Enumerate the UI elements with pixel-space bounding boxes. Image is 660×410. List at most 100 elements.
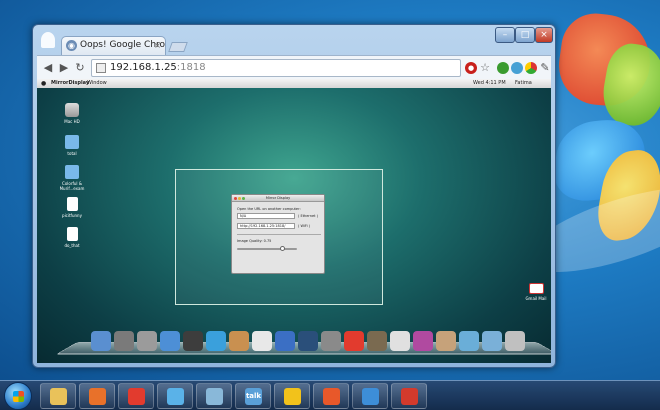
dock-app-icon[interactable]	[183, 331, 203, 351]
taskbar-button-media-player[interactable]	[79, 383, 115, 409]
chrome-window: ◉ Oops! Google Chrome × – □ × ◀ ▶ ↻ 192.…	[32, 24, 556, 368]
chrome-extension-icon[interactable]	[525, 62, 537, 74]
forward-arrow-icon[interactable]: ▶	[57, 61, 71, 75]
firefox-icon	[323, 388, 340, 405]
taskbar-button-explorer[interactable]	[40, 383, 76, 409]
taskbar-button-google-talk[interactable]: talk	[235, 383, 271, 409]
bird-icon	[284, 388, 301, 405]
dock-app-icon[interactable]	[275, 331, 295, 351]
tab-close-icon[interactable]: ×	[154, 37, 161, 54]
desktop-icon-document[interactable]: do_that	[57, 227, 87, 248]
close-dot-icon[interactable]	[234, 197, 237, 200]
page-icon	[96, 63, 106, 73]
ethernet-url-field[interactable]: N/A	[237, 213, 295, 219]
extension-green-icon[interactable]	[497, 62, 509, 74]
desktop-icon-label: total	[67, 151, 77, 156]
taskbar-button-snagit[interactable]	[274, 383, 310, 409]
url-host: 192.168.1.25	[110, 62, 177, 73]
wifi-label: ( WiFi )	[298, 224, 311, 228]
document-icon	[66, 197, 78, 211]
desktop-icon-label: Gmail Mail	[525, 296, 547, 301]
back-arrow-icon[interactable]: ◀	[41, 61, 55, 75]
dock-app-icon[interactable]	[459, 331, 479, 351]
menubar-user[interactable]: Fatima	[515, 79, 532, 88]
mac-dock	[56, 323, 551, 359]
new-tab-button[interactable]	[168, 42, 188, 52]
desktop-icon-hard-drive[interactable]: Mac HD	[57, 103, 87, 124]
folder-icon	[65, 165, 79, 179]
taskbar-button-screenshot-tool[interactable]	[391, 383, 427, 409]
dock-app-icon[interactable]	[229, 331, 249, 351]
dock-app-icon[interactable]	[298, 331, 318, 351]
address-bar[interactable]: 192.168.1.25:1818	[91, 59, 461, 77]
taskbar-button-paint[interactable]	[157, 383, 193, 409]
dock-app-icon[interactable]	[413, 331, 433, 351]
start-button[interactable]	[4, 382, 32, 410]
image-quality-label: Image Quality: 0.75	[237, 239, 272, 243]
dialog-divider	[237, 234, 321, 235]
slider-knob[interactable]	[279, 246, 285, 251]
dock-app-icon[interactable]	[252, 331, 272, 351]
bookmark-star-icon[interactable]: ☆	[479, 62, 491, 74]
windows-logo-icon	[13, 391, 24, 402]
adblock-icon[interactable]: ●	[465, 62, 477, 74]
gmail-icon	[528, 283, 544, 294]
desktop-icon-folder[interactable]: Colorful & Murif...exam	[57, 165, 87, 191]
dialog-prompt: Open the URL on another computer:	[237, 207, 301, 211]
desktop-icon-mail[interactable]: Gmail Mail	[521, 283, 551, 301]
desktop-icon-folder[interactable]: total	[57, 135, 87, 156]
extension-blue-icon[interactable]	[511, 62, 523, 74]
zoom-dot-icon[interactable]	[242, 197, 245, 200]
dock-app-icon[interactable]	[137, 331, 157, 351]
play-icon	[89, 388, 106, 405]
taskbar-button-firefox[interactable]	[313, 383, 349, 409]
taskbar-button-remote-desktop[interactable]	[352, 383, 388, 409]
desktop-icon-label: Mac HD	[64, 119, 80, 124]
dock-app-icon[interactable]	[160, 331, 180, 351]
dock-app-icon[interactable]	[321, 331, 341, 351]
tab-favicon-icon: ◉	[66, 40, 77, 51]
browser-toolbar: ◀ ▶ ↻ 192.168.1.25:1818 ● ☆ ✎	[37, 55, 551, 79]
talk-icon: talk	[245, 388, 262, 405]
remote-mac-screen[interactable]: ● MirrorDisplay Window Wed 4:11 PM Fatim…	[37, 79, 551, 363]
menubar-window[interactable]: Window	[87, 79, 107, 88]
dock-app-icon[interactable]	[482, 331, 502, 351]
wrench-menu-icon[interactable]: ✎	[539, 62, 551, 74]
menubar-clock: Wed 4:11 PM	[473, 80, 506, 86]
chrome-icon	[128, 388, 145, 405]
browser-tab[interactable]: ◉ Oops! Google Chrome ×	[61, 36, 166, 55]
mirror-display-dialog: Mirror Display Open the URL on another c…	[231, 194, 325, 274]
dock-app-icon[interactable]	[367, 331, 387, 351]
desktop-icon-label: Colorful & Murif...exam	[59, 181, 85, 191]
dock-app-icon[interactable]	[91, 331, 111, 351]
note-icon	[206, 388, 223, 405]
dock-app-icon[interactable]	[390, 331, 410, 351]
taskbar-button-notes[interactable]	[196, 383, 232, 409]
minimize-button[interactable]: –	[495, 27, 515, 43]
brush-icon	[167, 388, 184, 405]
apple-icon[interactable]: ●	[41, 79, 46, 88]
dock-app-icon[interactable]	[114, 331, 134, 351]
wifi-url-field[interactable]: http://192.168.1.25:1818/	[237, 223, 295, 229]
profile-avatar-icon[interactable]	[41, 32, 55, 48]
image-quality-slider[interactable]	[237, 246, 297, 251]
maximize-button[interactable]: □	[515, 27, 535, 43]
monitor-icon	[362, 388, 379, 405]
windows-taskbar: talk	[0, 380, 660, 410]
dock-app-icon[interactable]	[206, 331, 226, 351]
snip-icon	[401, 388, 418, 405]
close-window-button[interactable]: ×	[535, 27, 553, 43]
url-port: :1818	[176, 62, 206, 73]
folder-icon	[65, 135, 79, 149]
taskbar-button-chrome[interactable]	[118, 383, 154, 409]
tab-strip: ◉ Oops! Google Chrome × – □ ×	[33, 25, 555, 55]
dock-app-icon[interactable]	[505, 331, 525, 351]
dock-app-icon[interactable]	[436, 331, 456, 351]
tab-title: Oops! Google Chrome	[80, 40, 166, 50]
minimize-dot-icon[interactable]	[238, 197, 241, 200]
reload-icon[interactable]: ↻	[73, 61, 87, 75]
dock-app-icon[interactable]	[344, 331, 364, 351]
menubar-app-name[interactable]: MirrorDisplay	[51, 79, 89, 88]
document-icon	[66, 227, 78, 241]
desktop-icon-document[interactable]: picitfunny	[57, 197, 87, 218]
